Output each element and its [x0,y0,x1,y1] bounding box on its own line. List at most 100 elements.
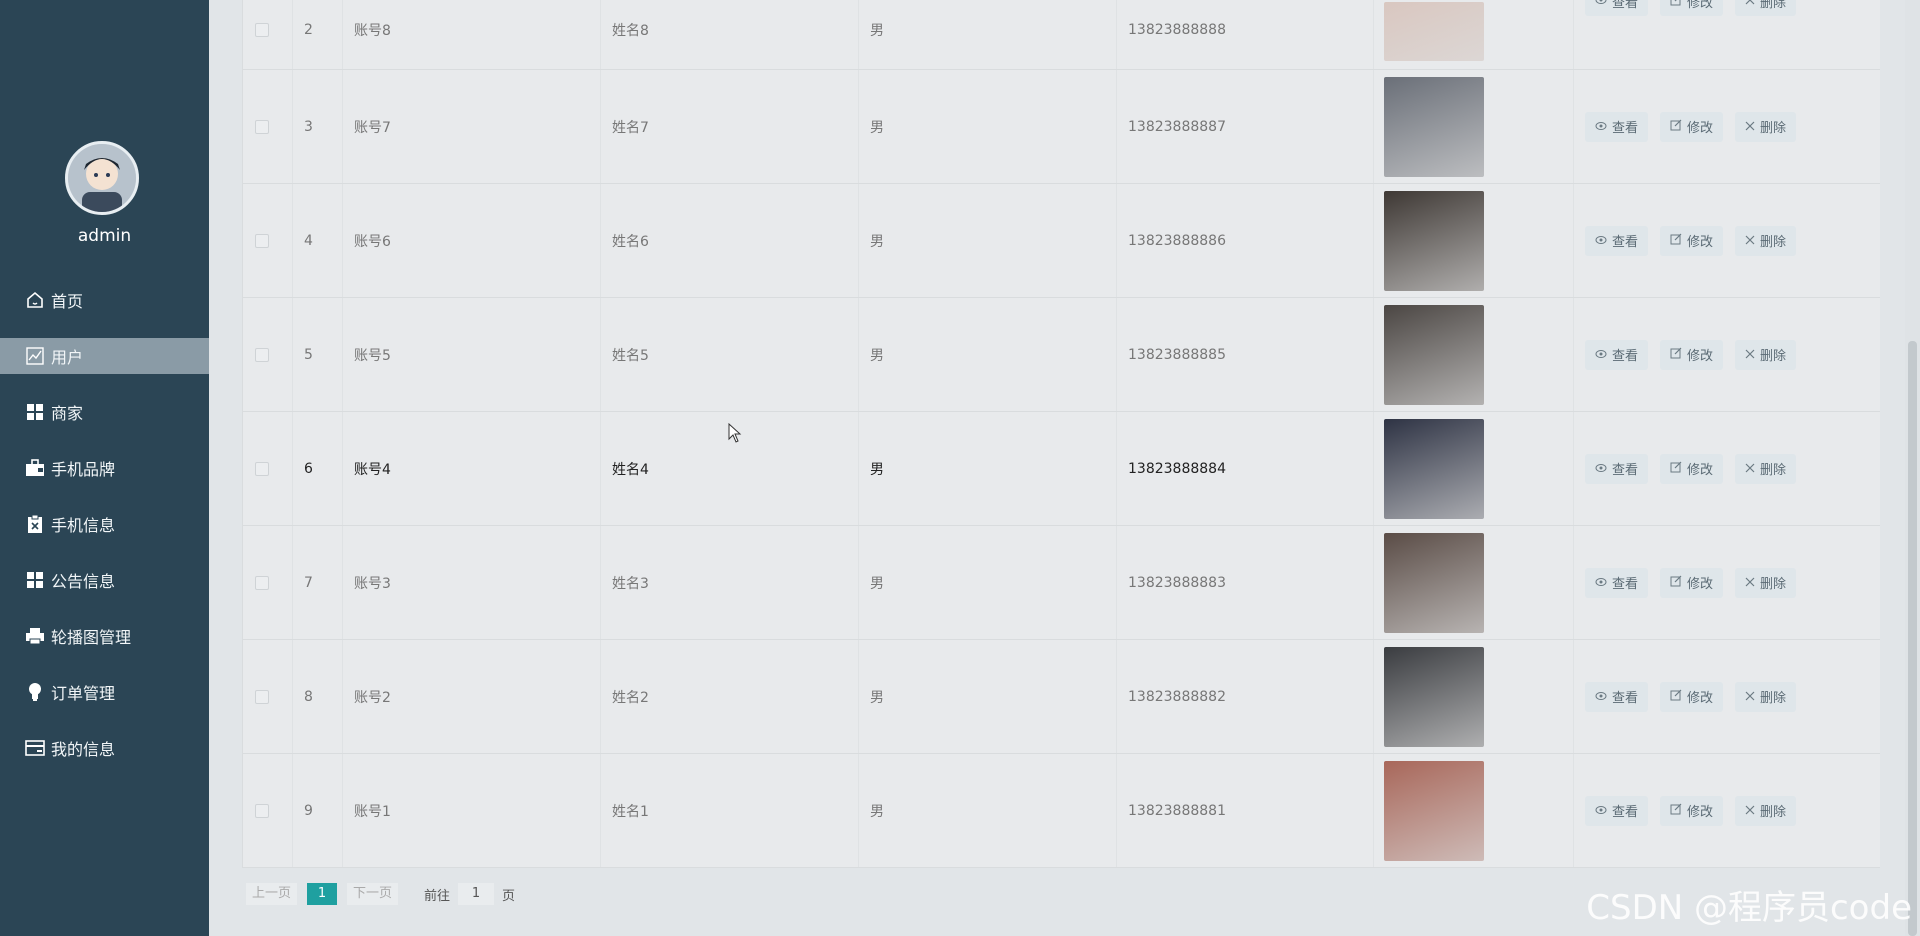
row-checkbox[interactable] [255,461,269,476]
delete-button-label: 删除 [1760,805,1787,820]
user-photo[interactable] [1384,304,1484,405]
scrollbar-thumb[interactable] [1908,341,1917,936]
view-button[interactable]: 查看 [1585,795,1649,826]
eye-icon [1595,804,1607,818]
edit-button[interactable]: 修改 [1660,453,1724,484]
phone-cell: 13823888885 [1117,298,1374,411]
row-checkbox[interactable] [255,575,269,590]
row-checkbox-cell[interactable] [243,640,293,753]
photo-cell [1374,640,1574,753]
table-row[interactable]: 4 账号6 姓名6 男 13823888886 查看 修改 删除 [243,184,1880,298]
edit-button[interactable]: 修改 [1660,567,1724,598]
actions-cell: 查看 修改 删除 [1574,412,1874,525]
close-icon [1745,0,1755,8]
row-checkbox-cell[interactable] [243,526,293,639]
sidebar-item[interactable]: 我的信息 [0,720,209,776]
edit-icon [1670,803,1682,818]
row-checkbox[interactable] [255,803,269,818]
sidebar-item[interactable]: 公告信息 [0,552,209,608]
row-checkbox-cell[interactable] [243,412,293,525]
delete-button[interactable]: 删除 [1735,453,1797,484]
table-row[interactable]: 8 账号2 姓名2 男 13823888882 查看 修改 删除 [243,640,1880,754]
goto-page-input[interactable]: 1 [458,883,495,905]
edit-button[interactable]: 修改 [1660,795,1724,826]
view-button[interactable]: 查看 [1585,567,1649,598]
eye-icon [1595,576,1607,590]
row-checkbox[interactable] [255,233,269,248]
edit-button[interactable]: 修改 [1660,339,1724,370]
edit-button[interactable]: 修改 [1660,111,1724,142]
sidebar-item-label: 商家 [51,404,84,423]
sidebar-item[interactable]: 订单管理 [0,664,209,720]
sidebar-item[interactable]: 手机品牌 [0,440,209,496]
delete-button[interactable]: 删除 [1735,225,1797,256]
user-photo[interactable] [1384,190,1484,291]
user-photo[interactable] [1384,76,1484,177]
avatar[interactable] [65,141,139,215]
user-photo[interactable] [1384,418,1484,519]
sidebar-item[interactable]: 商家 [0,384,209,440]
sidebar-item[interactable]: 轮播图管理 [0,608,209,664]
delete-button[interactable]: 删除 [1735,681,1797,712]
row-checkbox[interactable] [255,119,269,134]
sidebar-item-label: 手机信息 [51,516,116,535]
user-photo[interactable] [1384,2,1484,61]
page-number-current[interactable]: 1 [307,883,338,905]
view-button[interactable]: 查看 [1585,111,1649,142]
sex-cell: 男 [859,412,1117,525]
printer-icon [25,626,45,646]
user-table: 2 账号8 姓名8 男 13823888888 查看 修改 删除 3 账号7 姓名7 男 1382388… [242,0,1880,868]
table-row[interactable]: 9 账号1 姓名1 男 13823888881 查看 修改 删除 [243,754,1880,868]
row-checkbox-cell[interactable] [243,0,293,69]
delete-button[interactable]: 删除 [1735,795,1797,826]
vertical-scrollbar[interactable] [1905,0,1920,936]
table-row[interactable]: 3 账号7 姓名7 男 13823888887 查看 修改 删除 [243,70,1880,184]
close-icon [1745,804,1755,818]
eye-icon [1595,348,1607,362]
sidebar-item[interactable]: 用户 [0,338,209,374]
view-button[interactable]: 查看 [1585,453,1649,484]
view-button[interactable]: 查看 [1585,339,1649,370]
table-row[interactable]: 6 账号4 姓名4 男 13823888884 查看 修改 删除 [243,412,1880,526]
edit-button[interactable]: 修改 [1660,0,1724,16]
view-button[interactable]: 查看 [1585,0,1649,16]
row-checkbox-cell[interactable] [243,184,293,297]
edit-button-label: 修改 [1687,463,1714,478]
user-photo[interactable] [1384,532,1484,633]
edit-button-label: 修改 [1687,235,1714,250]
row-checkbox[interactable] [255,347,269,362]
sidebar-item[interactable]: 首页 [0,272,209,328]
prev-page-button[interactable]: 上一页 [246,883,298,905]
delete-button[interactable]: 删除 [1735,0,1797,16]
row-checkbox-cell[interactable] [243,298,293,411]
photo-cell [1374,184,1574,297]
row-checkbox-cell[interactable] [243,754,293,867]
table-row[interactable]: 5 账号5 姓名5 男 13823888885 查看 修改 删除 [243,298,1880,412]
delete-button[interactable]: 删除 [1735,111,1797,142]
row-checkbox-cell[interactable] [243,70,293,183]
row-index: 4 [293,184,343,297]
row-checkbox[interactable] [255,689,269,704]
row-checkbox[interactable] [255,22,269,37]
delete-button[interactable]: 删除 [1735,567,1797,598]
account-cell: 账号3 [343,526,601,639]
eye-icon [1595,0,1607,8]
table-row[interactable]: 7 账号3 姓名3 男 13823888883 查看 修改 删除 [243,526,1880,640]
card-icon [25,738,45,758]
view-button[interactable]: 查看 [1585,681,1649,712]
delete-button-label: 删除 [1760,349,1787,364]
delete-button[interactable]: 删除 [1735,339,1797,370]
edit-button-label: 修改 [1687,0,1714,11]
user-photo[interactable] [1384,646,1484,747]
sidebar-item[interactable]: 手机信息 [0,496,209,552]
name-cell: 姓名7 [601,70,859,183]
table-row[interactable]: 2 账号8 姓名8 男 13823888888 查看 修改 删除 [243,0,1880,70]
sex-cell: 男 [859,70,1117,183]
edit-button[interactable]: 修改 [1660,225,1724,256]
edit-icon [1670,461,1682,476]
edit-button[interactable]: 修改 [1660,681,1724,712]
user-photo[interactable] [1384,760,1484,861]
row-index: 2 [293,0,343,69]
view-button[interactable]: 查看 [1585,225,1649,256]
next-page-button[interactable]: 下一页 [347,883,399,905]
